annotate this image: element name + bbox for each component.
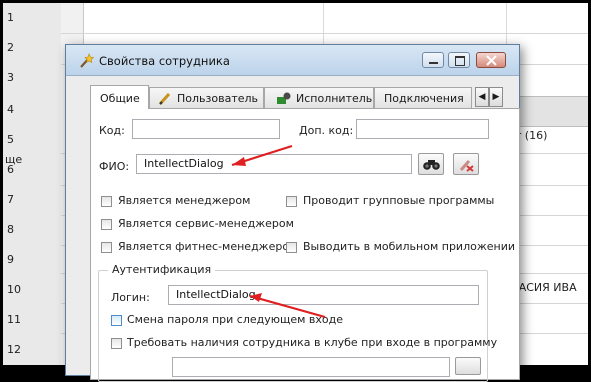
annotation-arrow-fio: [231, 144, 293, 167]
tab-general-label: Общие: [100, 92, 140, 105]
annotation-arrow-login: [249, 293, 326, 319]
annotation-arrows: [231, 144, 326, 319]
tab-general[interactable]: Общие: [90, 85, 149, 109]
